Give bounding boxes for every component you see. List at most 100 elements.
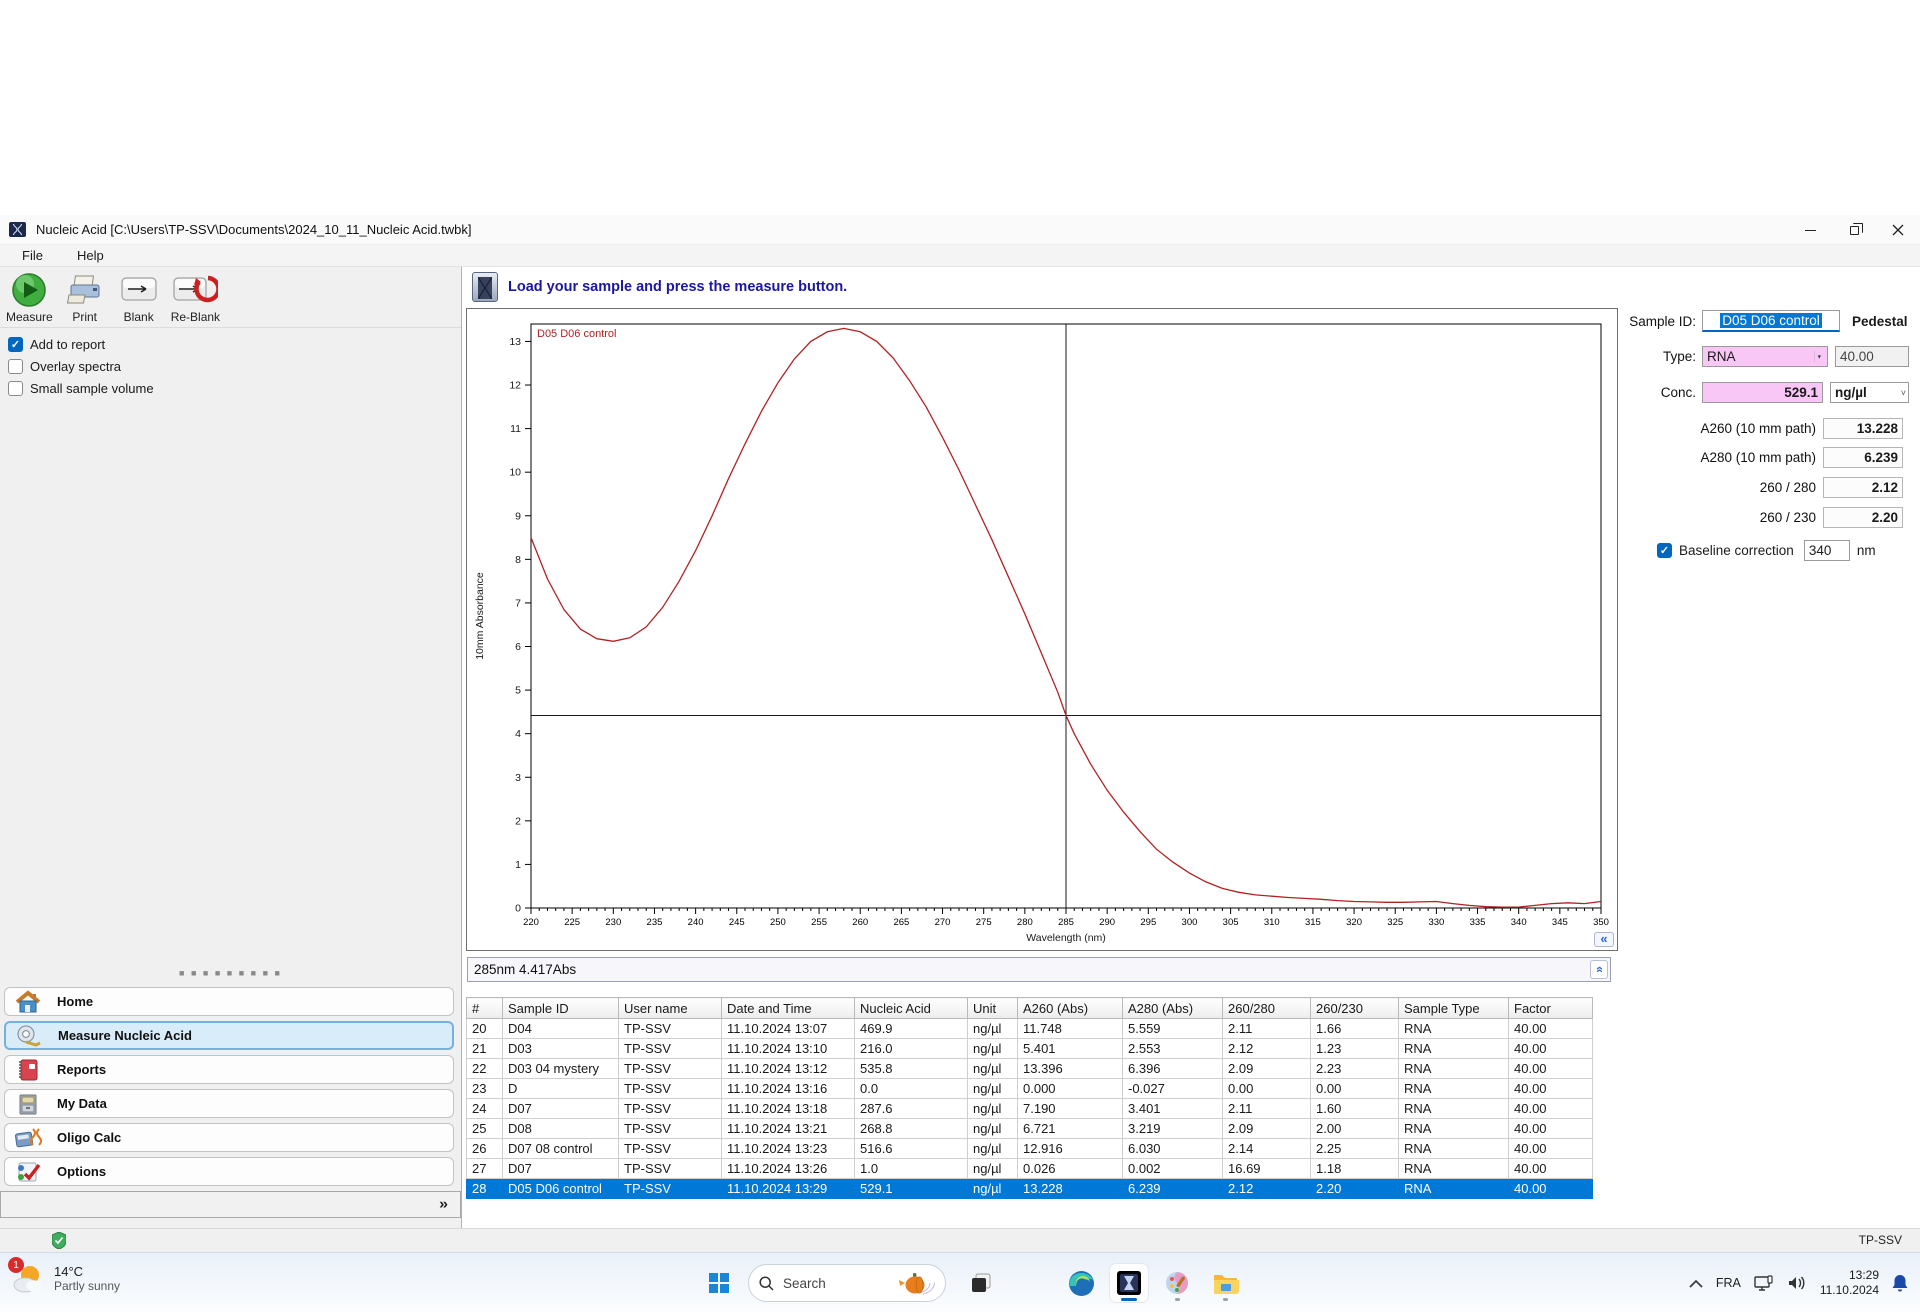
clock[interactable]: 13:29 11.10.2024 (1820, 1268, 1879, 1298)
ratio-260-280-field: 2.12 (1823, 477, 1903, 498)
table-cell: 40.00 (1508, 1018, 1593, 1039)
type-select[interactable]: RNA ▼ (1702, 346, 1828, 367)
left-panel: Measure Print Blank Re-Blank ✓ Add to re… (0, 267, 462, 1228)
table-row[interactable]: 22 D03 04 mystery TP-SSV 11.10.2024 13:12 53… (466, 1058, 1593, 1079)
add-to-report-checkbox[interactable] (8, 337, 23, 352)
svg-text:8: 8 (515, 554, 521, 566)
svg-text:345: 345 (1552, 917, 1568, 928)
status-expand-button[interactable]: » (1590, 960, 1608, 979)
table-cell: 11.10.2024 13:07 (721, 1018, 855, 1039)
table-column-header[interactable]: A260 (Abs) (1017, 997, 1123, 1019)
spectrum-chart[interactable]: 220 225 230 235 240 245 250 255 260 265 270 275 280 2… (466, 308, 1618, 951)
sidebar-item-my-data[interactable]: My Data (4, 1089, 454, 1118)
notification-bell-icon[interactable] (1892, 1274, 1908, 1292)
sample-id-input[interactable]: D05 D06 control (1702, 310, 1840, 332)
volume-icon[interactable] (1787, 1275, 1807, 1291)
table-cell: TP-SSV (618, 1038, 722, 1059)
table-row[interactable]: 23 D TP-SSV 11.10.2024 13:16 0.0 ng/µl 0.000 -0… (466, 1078, 1593, 1099)
sidebar-item-measure-nucleic-acid[interactable]: Measure Nucleic Acid (4, 1021, 454, 1050)
sidebar-item-home[interactable]: Home (4, 987, 454, 1016)
table-cell: 16.69 (1222, 1158, 1311, 1179)
print-button[interactable]: Print (63, 272, 107, 324)
baseline-wavelength-field[interactable]: 340 (1803, 540, 1850, 561)
table-column-header[interactable]: Sample ID (502, 997, 619, 1019)
printer-icon (66, 275, 100, 304)
table-column-header[interactable]: User name (618, 997, 722, 1019)
conc-unit-select[interactable]: ng/µl ˅ (1830, 382, 1909, 403)
table-row[interactable]: 28 D05 D06 control TP-SSV 11.10.2024 13:29 5… (466, 1178, 1593, 1199)
chart-collapse-button[interactable]: « (1594, 932, 1614, 947)
svg-text:1: 1 (515, 859, 521, 871)
type-factor-field[interactable]: 40.00 (1835, 346, 1909, 367)
table-column-header[interactable]: Nucleic Acid (854, 997, 968, 1019)
svg-text:285: 285 (1058, 917, 1074, 928)
svg-text:10: 10 (509, 467, 521, 479)
svg-text:Wavelength (nm): Wavelength (nm) (1026, 932, 1106, 944)
weather-widget[interactable]: 1 14°C Partly sunny (8, 1257, 120, 1297)
table-row[interactable]: 26 D07 08 control TP-SSV 11.10.2024 13:23 51… (466, 1138, 1593, 1159)
nucleic-acid-app-button[interactable] (1110, 1264, 1148, 1302)
menu-help[interactable]: Help (73, 247, 108, 264)
network-icon[interactable] (1754, 1274, 1774, 1292)
file-explorer-button[interactable] (1206, 1264, 1244, 1302)
table-column-header[interactable]: Date and Time (721, 997, 855, 1019)
table-column-header[interactable]: # (466, 997, 503, 1019)
keyboard-language[interactable]: FRA (1716, 1276, 1741, 1290)
table-header-row[interactable]: # Sample ID User name Date and Time Nucleic … (466, 997, 1593, 1019)
svg-text:290: 290 (1099, 917, 1115, 928)
baseline-correction-checkbox[interactable] (1657, 543, 1672, 558)
table-row[interactable]: 21 D03 TP-SSV 11.10.2024 13:10 216.0 ng/µl 5.4… (466, 1038, 1593, 1059)
sidebar-item-options[interactable]: Options (4, 1157, 454, 1186)
table-row[interactable]: 25 D08 TP-SSV 11.10.2024 13:21 268.8 ng/µl 6.7… (466, 1118, 1593, 1139)
measure-play-icon (12, 273, 47, 307)
sidebar-item-reports[interactable]: Reports (4, 1055, 454, 1084)
results-table[interactable]: # Sample ID User name Date and Time Nucleic … (466, 997, 1593, 1199)
table-cell: 0.000 (1017, 1078, 1123, 1099)
close-button[interactable] (1876, 215, 1920, 245)
ratio-260-230-row: 260 / 230 2.20 (1624, 507, 1903, 528)
table-cell: 40.00 (1508, 1078, 1593, 1099)
minimize-button[interactable] (1788, 215, 1832, 245)
small-sample-volume-option[interactable]: Small sample volume (8, 381, 453, 396)
table-row[interactable]: 27 D07 TP-SSV 11.10.2024 13:26 1.0 ng/µl 0.026… (466, 1158, 1593, 1179)
table-cell: 23 (466, 1078, 503, 1099)
svg-text:315: 315 (1305, 917, 1321, 928)
table-column-header[interactable]: 260/280 (1222, 997, 1311, 1019)
overlay-spectra-checkbox[interactable] (8, 359, 23, 374)
title-bar: Nucleic Acid [C:\Users\TP-SSV\Documents\… (0, 215, 1920, 245)
table-column-header[interactable]: 260/230 (1310, 997, 1399, 1019)
sidebar-collapse-button[interactable]: » (439, 1196, 448, 1212)
task-view-button[interactable] (962, 1264, 1000, 1302)
table-cell: D05 D06 control (502, 1178, 619, 1199)
reblank-button[interactable]: Re-Blank (171, 272, 220, 324)
clock-date: 11.10.2024 (1819, 1283, 1879, 1297)
table-cell: 216.0 (854, 1038, 968, 1059)
menu-file[interactable]: File (18, 247, 47, 264)
small-sample-volume-checkbox[interactable] (8, 381, 23, 396)
table-column-header[interactable]: Sample Type (1398, 997, 1509, 1019)
restore-button[interactable] (1832, 215, 1876, 245)
paint-app-button[interactable] (1158, 1264, 1196, 1302)
overlay-spectra-option[interactable]: Overlay spectra (8, 359, 453, 374)
a260-label: A260 (10 mm path) (1700, 421, 1816, 436)
table-cell: TP-SSV (618, 1058, 722, 1079)
table-column-header[interactable]: A280 (Abs) (1122, 997, 1223, 1019)
table-row[interactable]: 24 D07 TP-SSV 11.10.2024 13:18 287.6 ng/µl 7.1… (466, 1098, 1593, 1119)
tray-expand-chevron-icon[interactable] (1689, 1279, 1703, 1288)
sidebar-item-oligo-calc[interactable]: Oligo Calc (4, 1123, 454, 1152)
start-button[interactable] (700, 1264, 738, 1302)
table-cell: 6.239 (1122, 1178, 1223, 1199)
table-column-header[interactable]: Factor (1508, 997, 1593, 1019)
svg-text:330: 330 (1428, 917, 1444, 928)
measure-button[interactable]: Measure (6, 272, 53, 324)
svg-text:280: 280 (1017, 917, 1033, 928)
splitter-grip[interactable]: ■ ■ ■ ■ ■ ■ ■ ■ ■ (0, 969, 461, 978)
table-row[interactable]: 20 D04 TP-SSV 11.10.2024 13:07 469.9 ng/µl 11.… (466, 1018, 1593, 1039)
search-box[interactable]: Search (748, 1264, 946, 1302)
edge-browser-button[interactable] (1062, 1264, 1100, 1302)
table-column-header[interactable]: Unit (967, 997, 1018, 1019)
type-label: Type: (1662, 349, 1696, 364)
conc-field[interactable]: 529.1 (1702, 382, 1823, 403)
add-to-report-option[interactable]: Add to report (8, 337, 453, 352)
blank-button[interactable]: Blank (117, 272, 161, 324)
